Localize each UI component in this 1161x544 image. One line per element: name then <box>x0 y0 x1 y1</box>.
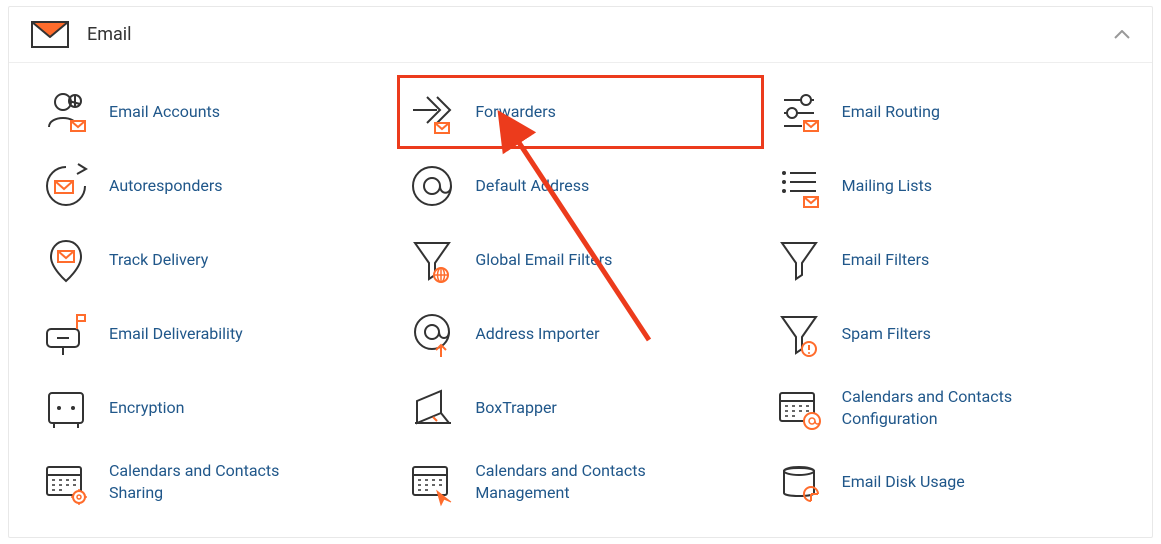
box-trap-icon <box>407 383 457 433</box>
item-label: Spam Filters <box>842 323 931 345</box>
item-label: Mailing Lists <box>842 175 932 197</box>
calendar-at-icon <box>774 383 824 433</box>
disk-usage-icon <box>774 457 824 507</box>
filter-globe-icon <box>407 235 457 285</box>
item-label: Encryption <box>109 397 185 419</box>
routing-icon <box>774 87 824 137</box>
list-mail-icon <box>774 161 824 211</box>
email-items-grid: Email Accounts Forwarders <box>31 75 1130 519</box>
item-label: Forwarders <box>475 101 556 123</box>
item-forwarders[interactable]: Forwarders <box>397 75 763 149</box>
item-label: Autoresponders <box>109 175 223 197</box>
item-label: Email Accounts <box>109 101 220 123</box>
item-label: Email Routing <box>842 101 940 123</box>
item-calendars-contacts-config[interactable]: Calendars and Contacts Configuration <box>764 371 1130 445</box>
mailbox-icon <box>41 309 91 359</box>
at-import-icon <box>407 309 457 359</box>
forward-arrows-icon <box>407 87 457 137</box>
item-email-disk-usage[interactable]: Email Disk Usage <box>764 445 1130 519</box>
item-email-deliverability[interactable]: Email Deliverability <box>31 297 397 371</box>
item-global-email-filters[interactable]: Global Email Filters <box>397 223 763 297</box>
item-label: Address Importer <box>475 323 599 345</box>
item-track-delivery[interactable]: Track Delivery <box>31 223 397 297</box>
calendar-cursor-icon <box>407 457 457 507</box>
item-default-address[interactable]: Default Address <box>397 149 763 223</box>
item-label: Calendars and Contacts Sharing <box>109 460 319 503</box>
item-email-routing[interactable]: Email Routing <box>764 75 1130 149</box>
item-label: BoxTrapper <box>475 397 557 419</box>
user-mail-icon <box>41 87 91 137</box>
item-label: Calendars and Contacts Management <box>475 460 685 503</box>
item-mailing-lists[interactable]: Mailing Lists <box>764 149 1130 223</box>
pin-mail-icon <box>41 235 91 285</box>
item-label: Global Email Filters <box>475 249 612 271</box>
item-autoresponders[interactable]: Autoresponders <box>31 149 397 223</box>
autoresponder-icon <box>41 161 91 211</box>
email-icon <box>31 21 69 48</box>
safe-icon <box>41 383 91 433</box>
item-label: Email Filters <box>842 249 930 271</box>
panel-title: Email <box>87 24 1114 45</box>
filter-warning-icon <box>774 309 824 359</box>
item-label: Calendars and Contacts Configuration <box>842 386 1052 429</box>
item-label: Default Address <box>475 175 589 197</box>
item-email-accounts[interactable]: Email Accounts <box>31 75 397 149</box>
filter-icon <box>774 235 824 285</box>
item-label: Email Deliverability <box>109 323 243 345</box>
item-label: Track Delivery <box>109 249 208 271</box>
item-spam-filters[interactable]: Spam Filters <box>764 297 1130 371</box>
item-encryption[interactable]: Encryption <box>31 371 397 445</box>
email-panel-body: Email Accounts Forwarders <box>9 63 1152 537</box>
email-panel-header[interactable]: Email <box>9 7 1152 63</box>
item-calendars-contacts-sharing[interactable]: Calendars and Contacts Sharing <box>31 445 397 519</box>
item-calendars-contacts-management[interactable]: Calendars and Contacts Management <box>397 445 763 519</box>
at-sign-icon <box>407 161 457 211</box>
item-address-importer[interactable]: Address Importer <box>397 297 763 371</box>
item-boxtrapper[interactable]: BoxTrapper <box>397 371 763 445</box>
chevron-up-icon <box>1114 30 1130 40</box>
calendar-gear-icon <box>41 457 91 507</box>
email-panel: Email <box>8 6 1153 538</box>
item-label: Email Disk Usage <box>842 471 965 493</box>
item-email-filters[interactable]: Email Filters <box>764 223 1130 297</box>
